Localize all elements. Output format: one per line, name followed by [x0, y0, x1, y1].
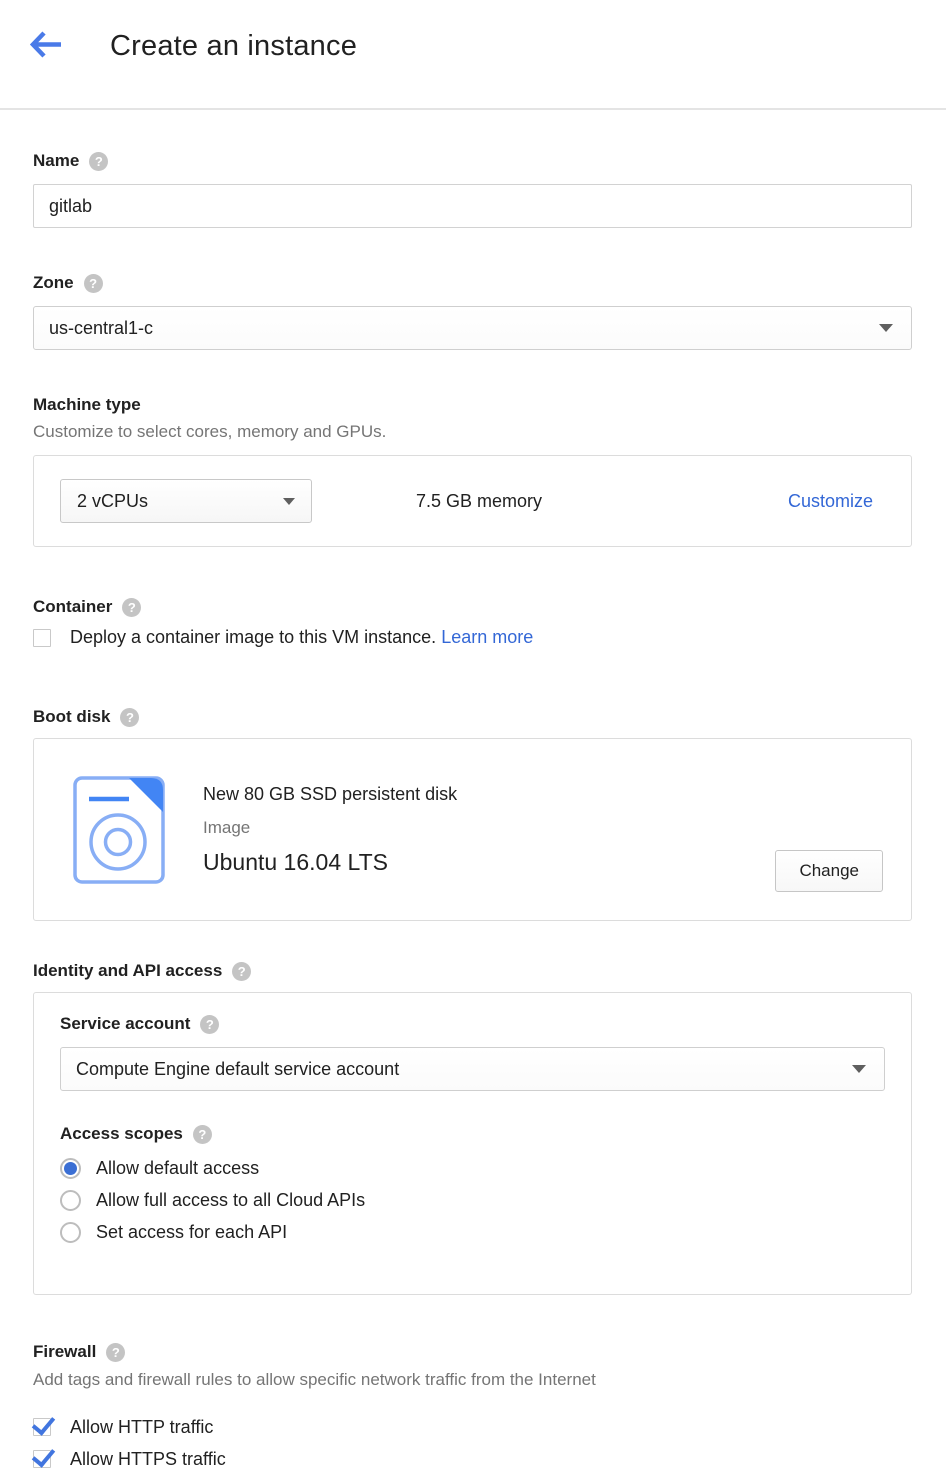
machine-type-card: 2 vCPUs 7.5 GB memory Customize: [33, 455, 912, 547]
cpu-select[interactable]: 2 vCPUs: [60, 479, 312, 523]
radio-allow-full-access[interactable]: Allow full access to all Cloud APIs: [60, 1184, 885, 1216]
help-icon[interactable]: ?: [193, 1125, 212, 1144]
service-account-label: Service account: [60, 1014, 190, 1034]
container-label-row: Container ?: [33, 597, 912, 617]
boot-disk-label-row: Boot disk ?: [33, 707, 912, 727]
chevron-down-icon: [283, 498, 295, 505]
chevron-down-icon: [852, 1065, 866, 1073]
radio-set-access-each-api[interactable]: Set access for each API: [60, 1216, 885, 1248]
container-checkbox-label: Deploy a container image to this VM inst…: [70, 627, 533, 648]
checkbox-allow-https[interactable]: [33, 1450, 51, 1468]
help-icon[interactable]: ?: [122, 598, 141, 617]
radio-icon: [60, 1222, 81, 1243]
page-title: Create an instance: [110, 30, 357, 63]
boot-disk-title: New 80 GB SSD persistent disk: [203, 784, 457, 805]
container-checkbox[interactable]: [33, 629, 51, 647]
firewall-options: Allow HTTP traffic Allow HTTPS traffic: [33, 1411, 912, 1475]
zone-select-value: us-central1-c: [49, 318, 153, 339]
firewall-label-row: Firewall ?: [33, 1342, 912, 1362]
arrow-left-icon: [30, 30, 63, 62]
checkbox-allow-https-row[interactable]: Allow HTTPS traffic: [33, 1443, 912, 1475]
radio-icon: [60, 1158, 81, 1179]
service-account-label-row: Service account ?: [60, 1014, 885, 1034]
zone-select[interactable]: us-central1-c: [33, 306, 912, 350]
machine-type-label-row: Machine type: [33, 395, 912, 415]
checkbox-allow-http[interactable]: [33, 1418, 51, 1436]
boot-disk-image-value: Ubuntu 16.04 LTS: [203, 849, 457, 876]
help-icon[interactable]: ?: [84, 274, 103, 293]
service-account-select-value: Compute Engine default service account: [76, 1059, 399, 1080]
help-icon[interactable]: ?: [120, 708, 139, 727]
identity-label: Identity and API access: [33, 961, 222, 981]
service-account-select[interactable]: Compute Engine default service account: [60, 1047, 885, 1091]
customize-link[interactable]: Customize: [788, 491, 873, 512]
cpu-select-value: 2 vCPUs: [77, 491, 148, 512]
access-scopes-label-row: Access scopes ?: [60, 1124, 885, 1144]
learn-more-link[interactable]: Learn more: [441, 627, 533, 647]
radio-icon: [60, 1190, 81, 1211]
chevron-down-icon: [879, 324, 893, 332]
help-icon[interactable]: ?: [89, 152, 108, 171]
zone-label-row: Zone ?: [33, 273, 912, 293]
firewall-description: Add tags and firewall rules to allow spe…: [33, 1370, 912, 1390]
help-icon[interactable]: ?: [200, 1015, 219, 1034]
checkbox-allow-http-row[interactable]: Allow HTTP traffic: [33, 1411, 912, 1443]
name-label: Name: [33, 151, 79, 171]
machine-type-description: Customize to select cores, memory and GP…: [33, 422, 912, 442]
help-icon[interactable]: ?: [232, 962, 251, 981]
identity-label-row: Identity and API access ?: [33, 961, 912, 981]
access-scopes-list: Allow default access Allow full access t…: [60, 1152, 885, 1248]
container-checkbox-row: Deploy a container image to this VM inst…: [33, 627, 912, 648]
name-label-row: Name ?: [33, 151, 912, 171]
memory-value: 7.5 GB memory: [416, 491, 542, 512]
change-button[interactable]: Change: [775, 850, 883, 892]
machine-type-label: Machine type: [33, 395, 141, 415]
radio-allow-default-access[interactable]: Allow default access: [60, 1152, 885, 1184]
disk-image-icon: [71, 774, 167, 886]
name-input[interactable]: [33, 184, 912, 228]
access-scopes-label: Access scopes: [60, 1124, 183, 1144]
container-label: Container: [33, 597, 112, 617]
page-header: Create an instance: [0, 0, 946, 110]
back-button[interactable]: [28, 30, 64, 62]
firewall-label: Firewall: [33, 1342, 96, 1362]
zone-label: Zone: [33, 273, 74, 293]
boot-disk-card: New 80 GB SSD persistent disk Image Ubun…: [33, 738, 912, 921]
help-icon[interactable]: ?: [106, 1343, 125, 1362]
identity-card: Service account ? Compute Engine default…: [33, 992, 912, 1295]
boot-disk-label: Boot disk: [33, 707, 110, 727]
boot-disk-image-label: Image: [203, 818, 457, 838]
